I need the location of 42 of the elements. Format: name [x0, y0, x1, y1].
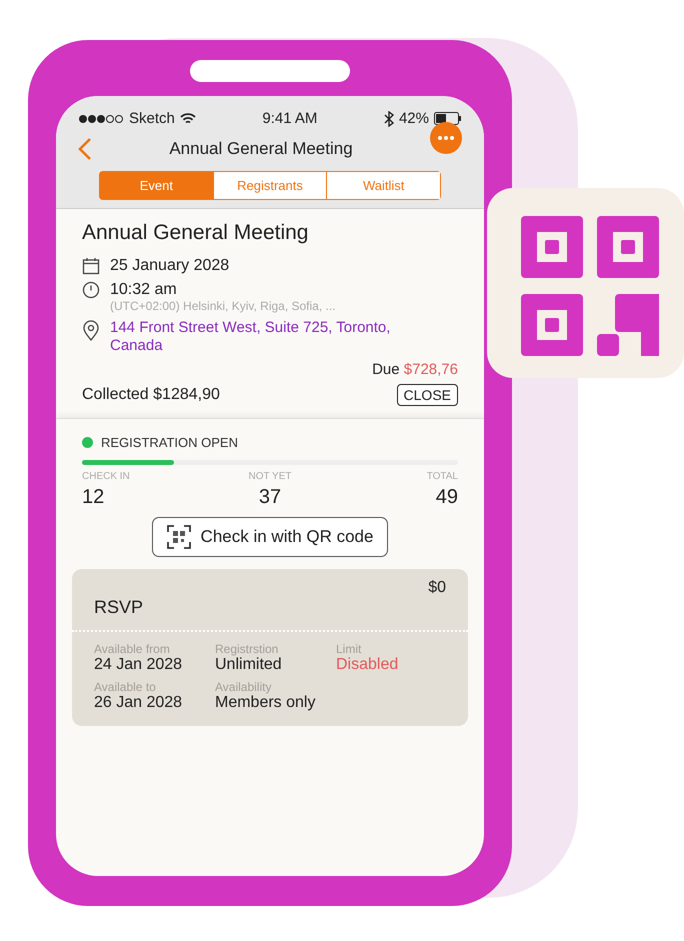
- field-value: 24 Jan 2028: [94, 656, 184, 674]
- signal-dots-icon: [78, 114, 124, 124]
- close-button[interactable]: CLOSE: [396, 384, 458, 406]
- battery-percent: 42%: [398, 110, 429, 127]
- collected-amount: Collected $1284,90: [82, 386, 220, 404]
- registration-status: REGISTRATION OPEN: [101, 435, 238, 450]
- stat-value: 49: [436, 486, 458, 509]
- more-options-icon[interactable]: [430, 122, 462, 154]
- qr-scan-icon: [166, 525, 191, 549]
- field-label: Available from: [94, 642, 171, 656]
- bluetooth-icon: [384, 110, 394, 126]
- field-value: 26 Jan 2028: [94, 694, 184, 712]
- wifi-icon: [180, 112, 196, 124]
- carrier-name: Sketch: [129, 110, 175, 127]
- field-label: Available to: [94, 680, 157, 694]
- field-label: Availability: [215, 680, 272, 694]
- due-amount: Due $728,76: [372, 361, 458, 378]
- calendar-icon: [82, 257, 100, 275]
- field-label: Registrstion: [215, 642, 280, 656]
- event-timezone: (UTC+02:00) Helsinki, Kyiv, Riga, Sofia, ...: [110, 299, 336, 313]
- ticket-name: RSVP: [94, 597, 144, 618]
- status-time: 9:41 AM: [262, 110, 318, 127]
- event-time: 10:32 am: [110, 281, 178, 299]
- stat-label: NOT YET: [248, 471, 292, 482]
- event-title: Annual General Meeting: [82, 221, 310, 245]
- event-address-link[interactable]: 144 Front Street West, Suite 725, Toronto, Canada: [110, 319, 400, 355]
- event-date: 25 January 2028: [110, 257, 230, 275]
- location-pin-icon: [82, 319, 100, 341]
- qr-check-in-button[interactable]: Check in with QR code: [152, 517, 388, 557]
- clock-icon: [82, 281, 100, 299]
- field-value: Members only: [215, 694, 316, 712]
- ticket-price: $0: [427, 579, 446, 597]
- stat-label: CHECK IN: [82, 471, 131, 482]
- stat-value: 12: [82, 486, 106, 509]
- field-label: Limit: [336, 642, 362, 656]
- field-value: Disabled: [336, 656, 400, 674]
- back-chevron-icon[interactable]: [78, 137, 92, 161]
- stat-value: 37: [258, 486, 282, 509]
- nav-title: Annual General Meeting: [169, 139, 353, 159]
- field-value: Unlimited: [215, 656, 283, 674]
- battery-icon: [434, 112, 462, 125]
- stat-label: TOTAL: [426, 471, 458, 482]
